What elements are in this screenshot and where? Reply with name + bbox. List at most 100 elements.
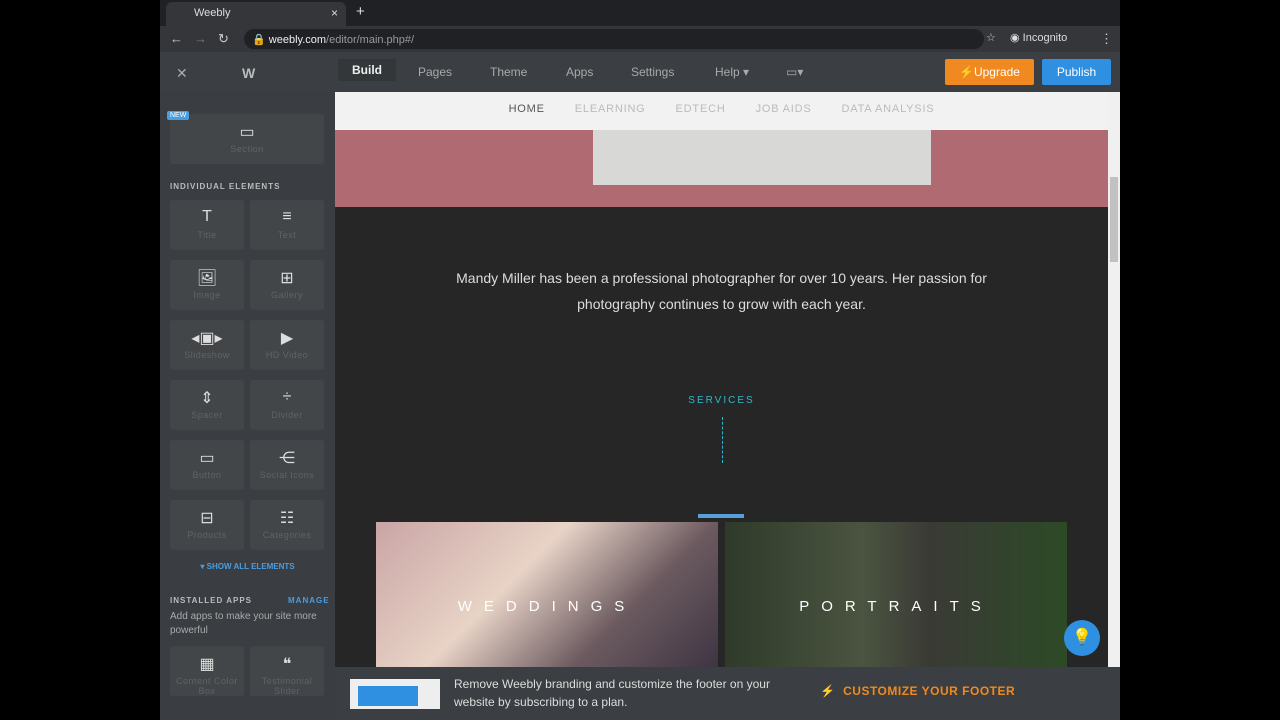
element-label: Categories [262, 530, 312, 540]
spacer-icon: ⇕ [200, 390, 214, 407]
element-label: Slideshow [184, 350, 230, 360]
address-bar-row: ← → ↻ 🔒 weebly.com/editor/main.php#/ ☆ ◉… [160, 26, 1120, 52]
slideshow-icon: ◂▣▸ [191, 330, 223, 347]
footer-upsell-bar: Remove Weebly branding and customize the… [335, 667, 1120, 720]
star-icon[interactable]: ☆ [986, 31, 996, 44]
app-label: Testimonial Slider [261, 676, 313, 696]
site-nav-home[interactable]: HOME [509, 103, 545, 115]
element-gallery[interactable]: ⊞ Gallery [250, 260, 324, 310]
customize-footer-button[interactable]: ⚡ CUSTOMIZE YOUR FOOTER [820, 684, 1015, 698]
menu-icon[interactable]: ⋮ [1100, 31, 1113, 47]
site-canvas[interactable]: HOME ELEARNING EDTECH JOB AIDS DATA ANALYSIS… [335, 92, 1108, 667]
divider-line [722, 417, 723, 463]
image-icon: 🖼 [196, 270, 218, 287]
element-products[interactable]: ⊟ Products [170, 500, 244, 550]
new-badge: NEW [167, 111, 190, 120]
upgrade-button[interactable]: ⚡Upgrade [945, 59, 1034, 85]
tab-bar: Weebly × + [160, 0, 1120, 26]
products-icon: ⊟ [200, 510, 214, 527]
incognito-indicator[interactable]: ◉ Incognito [1010, 31, 1067, 44]
scrollbar-thumb[interactable] [1110, 177, 1118, 262]
app-testimonial-slider[interactable]: ❝ Testimonial Slider [250, 646, 324, 696]
element-image[interactable]: 🖼 Image [170, 260, 244, 310]
site-nav: HOME ELEARNING EDTECH JOB AIDS DATA ANALYSIS [335, 92, 1108, 130]
new-tab-icon[interactable]: + [356, 3, 365, 20]
close-editor-icon[interactable]: ✕ [170, 62, 194, 85]
browser-tab[interactable]: Weebly × [166, 2, 346, 26]
browser-window: Weebly × + ← → ↻ 🔒 weebly.com/editor/main… [160, 0, 1120, 720]
tile-label: WEDDINGS [457, 598, 637, 615]
element-label: Section [230, 144, 264, 154]
weddings-tile[interactable]: WEDDINGS [376, 522, 718, 667]
show-all-label: SHOW ALL ELEMENTS [206, 562, 295, 571]
element-label: Social Icons [259, 470, 315, 480]
device-preview-icon[interactable]: ▭▾ [780, 62, 809, 82]
upgrade-label: Upgrade [973, 65, 1020, 79]
gallery-icon: ⊞ [280, 270, 294, 287]
site-nav-elearning[interactable]: ELEARNING [575, 103, 646, 115]
element-slideshow[interactable]: ◂▣▸ Slideshow [170, 320, 244, 370]
element-spacer[interactable]: ⇕ Spacer [170, 380, 244, 430]
canvas-scrollbar[interactable] [1108, 92, 1120, 667]
forward-icon[interactable]: → [194, 31, 207, 46]
tab-settings[interactable]: Settings [625, 62, 680, 82]
categories-icon: ☷ [279, 510, 295, 527]
manage-apps-link[interactable]: MANAGE [288, 596, 330, 605]
elements-sidebar: ▭ Section NEW INDIVIDUAL ELEMENTS T Title ≡… [160, 92, 335, 720]
lightbulb-help-button[interactable]: 💡 [1064, 620, 1100, 656]
hero-image [335, 130, 1108, 207]
app-label: Content Color Box [175, 676, 239, 696]
close-tab-icon[interactable]: × [331, 6, 338, 20]
weebly-logo-icon[interactable]: W [236, 62, 261, 84]
content-color-box-icon: ▦ [199, 656, 215, 673]
portraits-tile[interactable]: PORTRAITS [725, 522, 1067, 667]
testimonial-slider-icon: ❝ [282, 656, 292, 673]
back-icon[interactable]: ← [170, 31, 183, 46]
element-title[interactable]: T Title [170, 200, 244, 250]
individual-elements-header: INDIVIDUAL ELEMENTS [170, 182, 281, 191]
title-icon: T [202, 208, 212, 225]
section-drag-handle[interactable] [698, 514, 744, 518]
element-label: Products [187, 530, 227, 540]
url-input[interactable]: 🔒 weebly.com/editor/main.php#/ [244, 29, 984, 49]
services-heading[interactable]: SERVICES [335, 395, 1108, 406]
tab-help[interactable]: Help ▾ [709, 62, 755, 82]
url-path: /editor/main.php#/ [326, 34, 415, 46]
tab-pages[interactable]: Pages [412, 62, 458, 82]
element-label: Gallery [270, 290, 303, 300]
element-section[interactable]: ▭ Section [170, 114, 324, 164]
customize-footer-label: CUSTOMIZE YOUR FOOTER [843, 684, 1016, 698]
social-icons-icon: ⋲ [279, 450, 295, 467]
element-hd-video[interactable]: ▶ HD Video [250, 320, 324, 370]
reload-icon[interactable]: ↻ [218, 31, 229, 47]
publish-button[interactable]: Publish [1042, 59, 1111, 85]
installed-apps-header: INSTALLED APPS [170, 596, 253, 605]
element-categories[interactable]: ☷ Categories [250, 500, 324, 550]
footer-upsell-text: Remove Weebly branding and customize the… [454, 677, 770, 709]
element-social-icons[interactable]: ⋲ Social Icons [250, 440, 324, 490]
site-nav-data-analysis[interactable]: DATA ANALYSIS [842, 103, 935, 115]
element-label: Spacer [191, 410, 223, 420]
footer-preview-image [350, 679, 440, 709]
tab-apps[interactable]: Apps [560, 62, 599, 82]
intro-text[interactable]: Mandy Miller has been a professional pho… [435, 265, 1008, 317]
element-button[interactable]: ▭ Button [170, 440, 244, 490]
element-label: Text [277, 230, 297, 240]
editor-toolbar: ✕ W Build Pages Theme Apps Settings Help… [160, 52, 1120, 92]
app-content-color-box[interactable]: ▦ Content Color Box [170, 646, 244, 696]
element-label: Button [192, 470, 222, 480]
element-label: Divider [271, 410, 303, 420]
element-text[interactable]: ≡ Text [250, 200, 324, 250]
site-nav-job-aids[interactable]: JOB AIDS [756, 103, 812, 115]
divider-icon: ÷ [282, 388, 292, 405]
text-icon: ≡ [282, 208, 292, 225]
tab-theme[interactable]: Theme [484, 62, 533, 82]
element-label: HD Video [265, 350, 309, 360]
tile-label: PORTRAITS [799, 598, 993, 615]
site-nav-edtech[interactable]: EDTECH [676, 103, 726, 115]
tab-build[interactable]: Build [338, 59, 396, 81]
show-all-elements-link[interactable]: ▾ SHOW ALL ELEMENTS [160, 562, 335, 571]
element-label: Image [193, 290, 221, 300]
element-divider[interactable]: ÷ Divider [250, 380, 324, 430]
installed-apps-description: Add apps to make your site more powerful [170, 611, 317, 636]
